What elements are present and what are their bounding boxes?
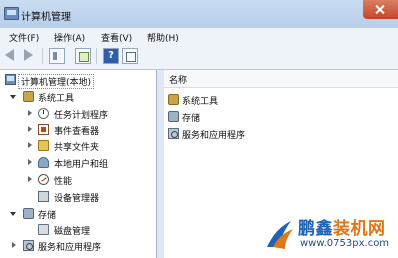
tree-item-label: 本地用户和组 [54, 160, 109, 170]
menu-file[interactable]: 文件(F) [9, 31, 39, 44]
list-item-label: 服务和应用程序 [182, 131, 246, 141]
tree-item-label: 事件查看器 [54, 127, 100, 137]
list-item-storage[interactable]: 存储 [164, 109, 398, 124]
storage-icon [23, 208, 34, 219]
show-hide-pane-icon[interactable] [49, 48, 65, 64]
tree-item-label: 系统工具 [38, 94, 75, 104]
back-arrow-icon[interactable] [5, 49, 14, 61]
menu-bar: 文件(F) 操作(A) 查看(V) 帮助(H) [0, 28, 398, 45]
column-header-name[interactable]: 名称 [164, 70, 398, 88]
watermark-logo [267, 221, 293, 249]
performance-icon [38, 174, 49, 185]
tree-item-label: 存储 [38, 211, 57, 221]
toolbar-separator [42, 48, 43, 64]
users-icon [38, 157, 49, 168]
expand-icon[interactable] [28, 159, 32, 165]
watermark-url: www.0753px.com [300, 238, 390, 249]
watermark-title-part2: 装机网 [333, 219, 386, 239]
collapse-icon[interactable] [10, 212, 16, 216]
export-list-icon[interactable] [75, 48, 91, 64]
expand-icon[interactable] [28, 142, 32, 148]
list-item-system-tools[interactable]: 系统工具 [164, 92, 398, 107]
storage-icon [168, 111, 179, 122]
tree-item-task-scheduler[interactable]: 任务计划程序 [0, 106, 156, 121]
close-button[interactable] [363, 0, 398, 19]
tree-item-shared-folders[interactable]: 共享文件夹 [0, 138, 156, 153]
window-title: 计算机管理 [21, 12, 71, 23]
tree-item-label: 磁盘管理 [54, 227, 91, 237]
console-tree: 计算机管理(本地) 系统工具 任务计划程序 事件查看器 共享文件夹 本地用户和组… [0, 70, 157, 258]
menu-view[interactable]: 查看(V) [101, 31, 132, 44]
expand-icon[interactable] [28, 126, 32, 132]
services-icon [23, 240, 34, 251]
watermark-title: 鹏鑫装机网 [298, 214, 386, 239]
tree-item-label: 服务和应用程序 [38, 243, 102, 253]
tree-root-label: 计算机管理(本地) [18, 74, 95, 89]
list-item-label: 系统工具 [182, 97, 219, 107]
watermark-title-part1: 鹏鑫 [298, 219, 333, 239]
tree-item-event-viewer[interactable]: 事件查看器 [0, 122, 156, 137]
shared-folder-icon [38, 140, 49, 151]
tree-item-label: 任务计划程序 [54, 111, 109, 121]
tree-item-local-users[interactable]: 本地用户和组 [0, 155, 156, 170]
computer-management-icon [4, 7, 19, 20]
collapse-icon[interactable] [10, 95, 16, 99]
forward-arrow-icon[interactable] [24, 49, 33, 61]
toolbar: ? [0, 44, 398, 70]
view-icon[interactable] [122, 48, 138, 64]
tools-icon [23, 91, 34, 102]
tree-root[interactable]: 计算机管理(本地) [0, 72, 156, 89]
list-item-label: 存储 [182, 114, 201, 124]
list-item-services-apps[interactable]: 服务和应用程序 [164, 126, 398, 141]
tree-item-device-manager[interactable]: 设备管理器 [0, 189, 156, 204]
computer-icon [5, 74, 16, 85]
tree-item-services-apps[interactable]: 服务和应用程序 [0, 238, 156, 253]
help-icon[interactable]: ? [103, 48, 119, 64]
expand-icon[interactable] [28, 176, 32, 182]
device-manager-icon [38, 191, 49, 202]
event-viewer-icon [38, 124, 49, 135]
column-header-label: 名称 [169, 76, 188, 86]
tree-item-performance[interactable]: 性能 [0, 172, 156, 187]
toolbar-separator [96, 48, 97, 64]
tree-item-system-tools[interactable]: 系统工具 [0, 89, 156, 104]
tree-item-label: 共享文件夹 [54, 143, 100, 153]
tree-item-storage[interactable]: 存储 [0, 206, 156, 221]
tree-item-label: 性能 [54, 177, 73, 187]
tree-item-disk-management[interactable]: 磁盘管理 [0, 222, 156, 237]
title-bar: 计算机管理 [0, 0, 398, 28]
menu-help[interactable]: 帮助(H) [147, 31, 179, 44]
expand-icon[interactable] [28, 110, 32, 116]
tools-icon [168, 94, 179, 105]
tree-item-label: 设备管理器 [54, 194, 100, 204]
menu-action[interactable]: 操作(A) [54, 31, 85, 44]
clock-icon [38, 108, 49, 119]
services-icon [168, 128, 179, 139]
expand-icon[interactable] [12, 242, 16, 248]
disk-icon [38, 224, 49, 235]
